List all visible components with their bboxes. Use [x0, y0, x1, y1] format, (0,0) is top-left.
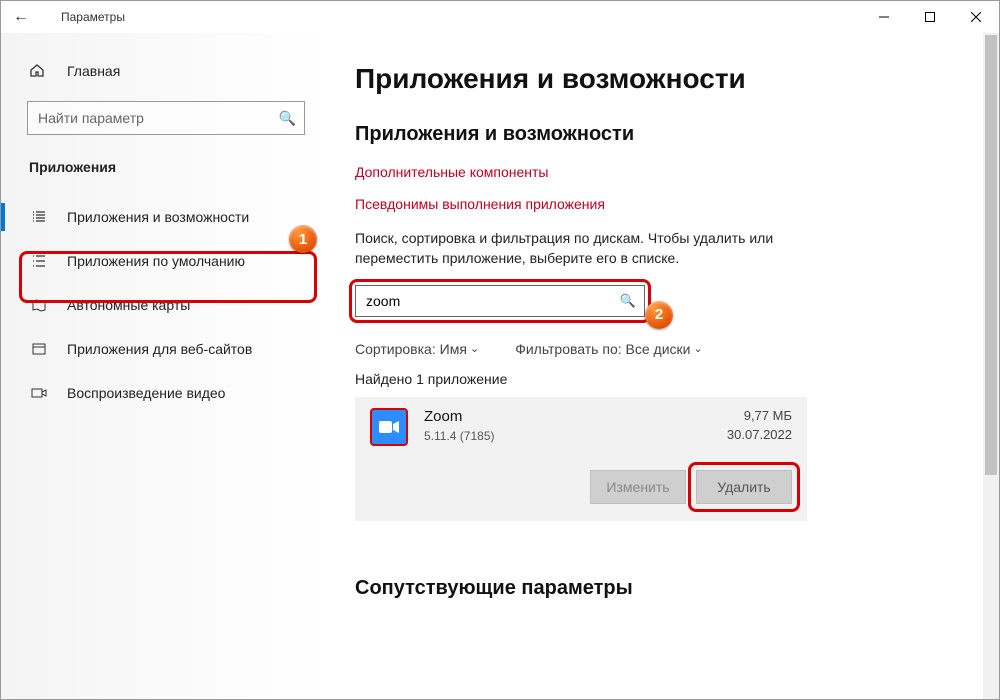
zoom-app-icon	[370, 408, 408, 446]
minimize-button[interactable]	[861, 1, 907, 33]
results-count: Найдено 1 приложение	[355, 371, 959, 387]
sidebar-item-video[interactable]: Воспроизведение видео	[1, 371, 331, 415]
sidebar-search-input[interactable]	[38, 110, 279, 126]
scrollbar-thumb[interactable]	[985, 35, 997, 475]
app-search[interactable]: 🔍	[355, 285, 645, 317]
link-optional-features[interactable]: Дополнительные компоненты	[355, 164, 959, 180]
sidebar-section: Приложения	[1, 159, 331, 195]
settings-window: ← Параметры Главная 🔍	[0, 0, 1000, 700]
sidebar: Главная 🔍 Приложения Приложения и возмож…	[1, 33, 331, 699]
sort-filter-row: Сортировка: Имя Фильтровать по: Все диск…	[355, 341, 959, 357]
sidebar-item-label: Приложения для веб-сайтов	[67, 341, 252, 357]
list-icon	[29, 209, 49, 225]
sidebar-home-label: Главная	[67, 63, 120, 79]
website-icon	[29, 341, 49, 357]
sidebar-item-label: Автономные карты	[67, 297, 190, 313]
sidebar-item-default-apps[interactable]: Приложения по умолчанию	[1, 239, 331, 283]
sidebar-item-label: Воспроизведение видео	[67, 385, 225, 401]
related-heading: Сопутствующие параметры	[355, 577, 959, 600]
app-name: Zoom	[424, 408, 727, 425]
sidebar-home[interactable]: Главная	[1, 51, 331, 91]
app-card[interactable]: Zoom 5.11.4 (7185) 9,77 МБ 30.07.2022 Из…	[355, 397, 807, 521]
search-icon: 🔍	[620, 293, 636, 309]
video-icon	[29, 385, 49, 401]
main-content: Приложения и возможности Приложения и во…	[331, 33, 999, 699]
filter-control[interactable]: Фильтровать по: Все диски	[515, 341, 703, 357]
close-button[interactable]	[953, 1, 999, 33]
window-controls	[861, 1, 999, 33]
map-icon	[29, 297, 49, 313]
sidebar-item-web-apps[interactable]: Приложения для веб-сайтов	[1, 327, 331, 371]
app-size: 9,77 МБ	[727, 408, 792, 423]
sort-control[interactable]: Сортировка: Имя	[355, 341, 479, 357]
app-search-input[interactable]	[366, 293, 620, 309]
app-date: 30.07.2022	[727, 427, 792, 442]
app-version: 5.11.4 (7185)	[424, 429, 727, 443]
titlebar: ← Параметры	[1, 1, 999, 33]
maximize-button[interactable]	[907, 1, 953, 33]
sidebar-item-label: Приложения по умолчанию	[67, 253, 245, 269]
page-title: Приложения и возможности	[355, 63, 959, 95]
scrollbar[interactable]	[983, 33, 999, 699]
sidebar-search[interactable]: 🔍	[27, 101, 305, 135]
sidebar-item-apps-features[interactable]: Приложения и возможности	[1, 195, 331, 239]
filter-description: Поиск, сортировка и фильтрация по дискам…	[355, 228, 815, 269]
defaults-icon	[29, 253, 49, 269]
section-title: Приложения и возможности	[355, 123, 959, 146]
sidebar-item-offline-maps[interactable]: Автономные карты	[1, 283, 331, 327]
uninstall-button[interactable]: Удалить	[696, 470, 792, 504]
back-icon[interactable]: ←	[13, 8, 37, 26]
modify-button: Изменить	[590, 470, 686, 504]
window-title: Параметры	[61, 10, 125, 24]
sidebar-item-label: Приложения и возможности	[67, 209, 249, 225]
search-icon: 🔍	[279, 110, 296, 127]
annotation-badge-2: 2	[645, 301, 673, 329]
home-icon	[29, 62, 49, 81]
link-app-aliases[interactable]: Псевдонимы выполнения приложения	[355, 196, 959, 212]
